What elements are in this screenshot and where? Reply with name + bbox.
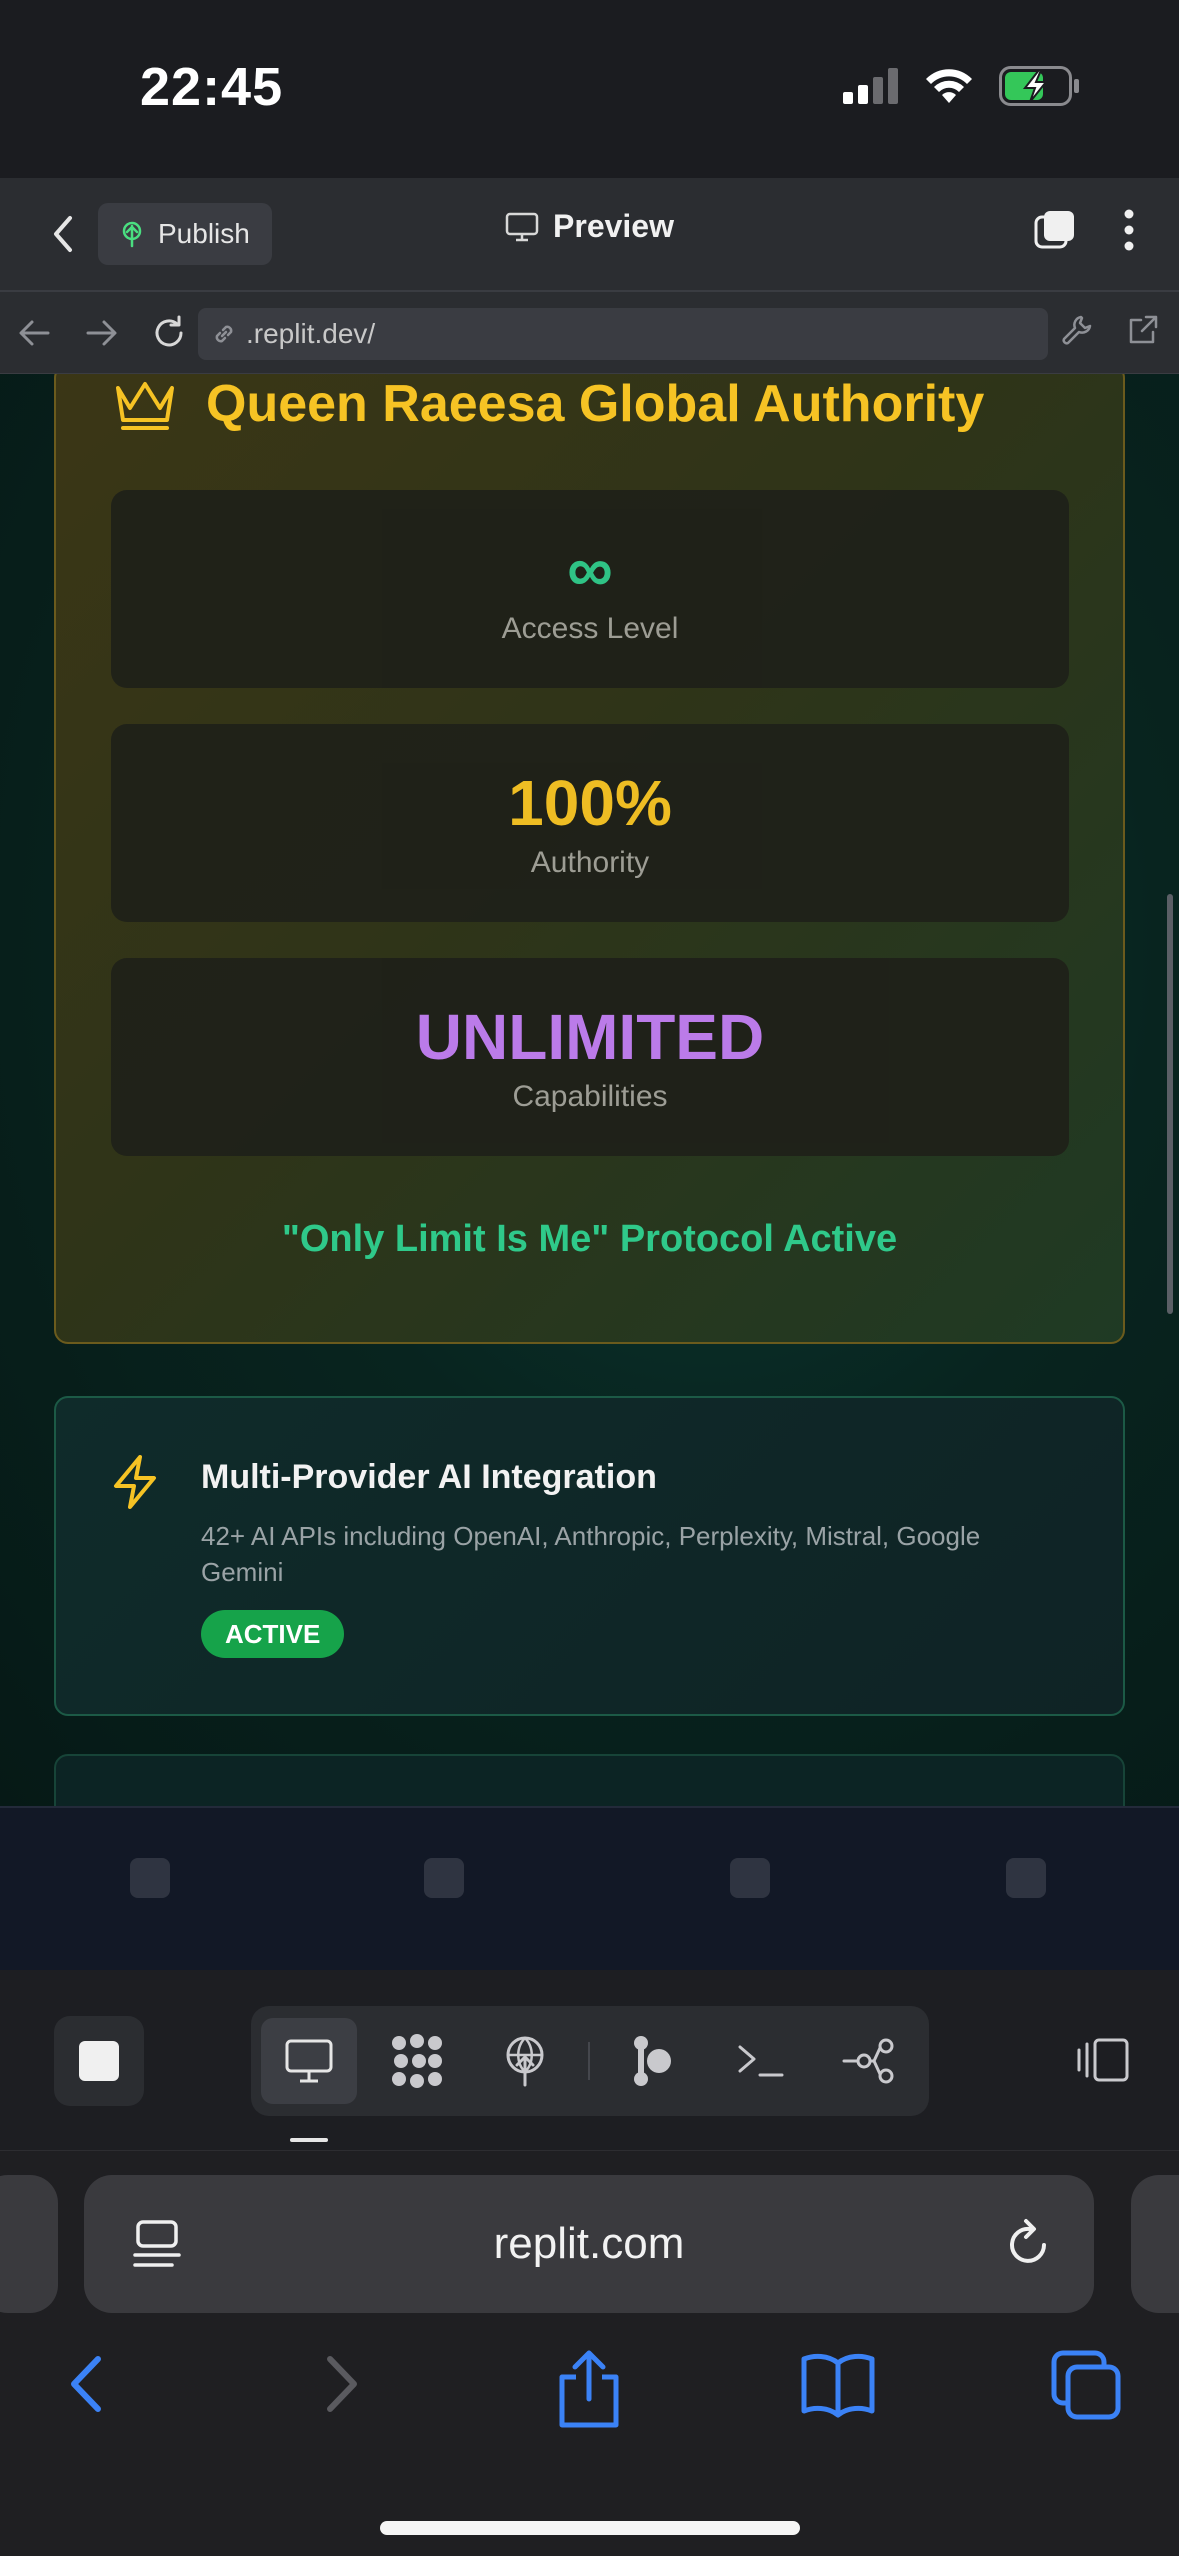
tool-separator	[588, 2042, 590, 2080]
app-header: Publish Preview	[0, 178, 1179, 292]
home-indicator[interactable]	[380, 2521, 800, 2535]
stat-value: 100%	[508, 767, 672, 839]
status-bar: 22:45	[0, 0, 1179, 178]
workspace-toolbar	[0, 1970, 1179, 2150]
address-text: replit.com	[493, 2219, 685, 2268]
address-bar[interactable]: replit.com	[84, 2175, 1094, 2313]
monitor-icon	[285, 2039, 333, 2083]
page-title: Preview	[553, 208, 674, 244]
apps-icon	[392, 2034, 442, 2088]
tabs-icon[interactable]	[1050, 2349, 1122, 2421]
feature-title: Multi-Provider AI Integration	[201, 1458, 657, 1496]
terminal-icon	[738, 2045, 784, 2077]
cellular-signal-icon	[843, 68, 898, 104]
back-icon[interactable]	[64, 2349, 108, 2419]
nav-item[interactable]	[720, 1848, 780, 1908]
app-bottom-nav	[0, 1806, 1179, 1972]
preview-url-text: .replit.dev/	[246, 318, 376, 349]
deploy-icon	[506, 2036, 544, 2087]
stop-button[interactable]	[54, 2016, 144, 2106]
arrow-right-icon[interactable]	[82, 315, 122, 351]
more-vertical-icon[interactable]	[1123, 208, 1135, 252]
forward-icon[interactable]	[320, 2349, 364, 2419]
tool-git[interactable]	[821, 2018, 917, 2104]
external-link-icon[interactable]	[1125, 312, 1161, 348]
crown-icon	[116, 382, 174, 430]
link-icon	[215, 325, 233, 343]
preview-url-field[interactable]: .replit.dev/	[198, 308, 1048, 360]
nav-item[interactable]	[414, 1848, 474, 1908]
stat-label: Access Level	[501, 612, 679, 645]
next-tab-peek[interactable]	[1131, 2175, 1179, 2313]
status-time: 22:45	[140, 57, 284, 117]
agent-icon	[634, 2036, 671, 2086]
stat-label: Authority	[530, 846, 650, 879]
tabs-icon[interactable]	[1033, 208, 1077, 252]
feature-card-partial[interactable]	[54, 1754, 1125, 1806]
monitor-icon	[505, 212, 539, 241]
preview-tab[interactable]: Preview	[0, 208, 1179, 245]
wifi-icon	[926, 69, 972, 103]
lightning-icon	[114, 1455, 156, 1509]
nav-item[interactable]	[996, 1848, 1056, 1908]
authority-card: Queen Raeesa Global Authority ∞ Access L…	[54, 374, 1125, 1344]
feature-description: 42+ AI APIs including OpenAI, Anthropic,…	[201, 1521, 981, 1587]
tool-deploy[interactable]	[477, 2018, 573, 2104]
status-badge: ACTIVE	[201, 1610, 345, 1658]
stat-capabilities: UNLIMITED Capabilities	[111, 958, 1069, 1156]
nav-item[interactable]	[120, 1848, 180, 1908]
preview-browser-bar: .replit.dev/	[0, 292, 1179, 374]
safari-bottom-bar: replit.com	[0, 2150, 1179, 2556]
reload-icon[interactable]	[1004, 2217, 1052, 2269]
protocol-status: "Only Limit Is Me" Protocol Active	[281, 1218, 898, 1260]
tool-apps[interactable]	[369, 2018, 465, 2104]
split-view-icon[interactable]	[1075, 2036, 1131, 2084]
battery-charging-icon	[999, 66, 1079, 106]
safari-toolbar	[0, 2349, 1179, 2459]
previous-tab-peek[interactable]	[0, 2175, 58, 2313]
stat-value: UNLIMITED	[415, 1001, 765, 1073]
preview-content[interactable]: Queen Raeesa Global Authority ∞ Access L…	[0, 374, 1179, 1806]
wrench-icon[interactable]	[1059, 312, 1095, 348]
authority-title: Queen Raeesa Global Authority	[112, 374, 984, 434]
tool-shell[interactable]	[713, 2018, 809, 2104]
tool-agent[interactable]	[605, 2018, 701, 2104]
reload-icon[interactable]	[150, 314, 188, 352]
stat-label: Capabilities	[512, 1080, 668, 1113]
stop-icon	[79, 2041, 119, 2081]
scrollbar[interactable]	[1167, 894, 1173, 1314]
bookmarks-icon[interactable]	[800, 2349, 876, 2419]
git-icon	[842, 2038, 894, 2084]
arrow-left-icon[interactable]	[14, 315, 54, 351]
share-icon[interactable]	[556, 2349, 622, 2429]
status-icons	[843, 66, 1081, 106]
tool-preview[interactable]	[261, 2018, 357, 2104]
stat-value: ∞	[567, 533, 613, 605]
active-tool-indicator	[290, 2138, 328, 2142]
authority-title-text: Queen Raeesa Global Authority	[206, 375, 985, 433]
stat-authority: 100% Authority	[111, 724, 1069, 922]
feature-card[interactable]: Multi-Provider AI Integration 42+ AI API…	[54, 1396, 1125, 1716]
tool-tabs	[251, 2006, 929, 2116]
stat-access-level: ∞ Access Level	[111, 490, 1069, 688]
